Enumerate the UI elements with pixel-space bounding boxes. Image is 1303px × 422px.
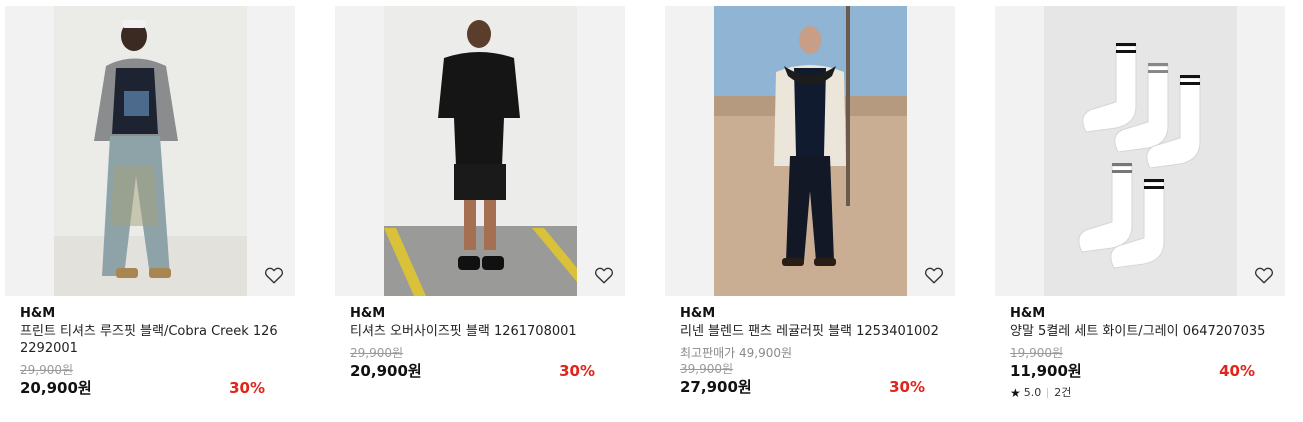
rating-score: 5.0 xyxy=(1023,386,1042,399)
price-row: 20,900원 30% xyxy=(350,361,610,381)
product-info: H&M 리넨 블렌드 팬츠 레귤러핏 블랙 1253401002 최고판매가 4… xyxy=(665,306,955,397)
star-icon: ★ xyxy=(1010,386,1021,400)
divider xyxy=(1047,388,1049,398)
product-image[interactable] xyxy=(714,6,907,296)
product-brand[interactable]: H&M xyxy=(680,306,940,322)
discount-rate: 30% xyxy=(559,362,595,380)
price-row: 11,900원 40% xyxy=(1010,361,1270,381)
sale-price: 11,900원 xyxy=(1010,362,1082,380)
product-brand[interactable]: H&M xyxy=(1010,306,1270,322)
wishlist-heart-icon[interactable] xyxy=(263,264,285,286)
discount-rate: 30% xyxy=(229,379,265,397)
product-card[interactable]: H&M 프린트 티셔츠 루즈핏 블랙/Cobra Creek 126229200… xyxy=(5,6,295,398)
product-card[interactable]: H&M 양말 5켤레 세트 화이트/그레이 0647207035 19,900원… xyxy=(995,6,1285,400)
product-thumbnail[interactable] xyxy=(995,6,1285,296)
product-brand[interactable]: H&M xyxy=(20,306,280,322)
original-price: 39,900원 xyxy=(680,362,734,376)
product-thumbnail[interactable] xyxy=(665,6,955,296)
product-name[interactable]: 양말 5켤레 세트 화이트/그레이 0647207035 xyxy=(1010,323,1270,340)
product-image[interactable] xyxy=(384,6,577,296)
original-price: 29,900원 xyxy=(350,346,404,360)
discount-rate: 30% xyxy=(889,378,925,396)
price-row: 20,900원 30% xyxy=(20,378,280,398)
product-card[interactable]: H&M 티셔츠 오버사이즈핏 블랙 1261708001 29,900원 20,… xyxy=(335,6,625,381)
product-name[interactable]: 티셔츠 오버사이즈핏 블랙 1261708001 xyxy=(350,323,610,340)
product-image[interactable] xyxy=(54,6,247,296)
product-info: H&M 양말 5켤레 세트 화이트/그레이 0647207035 19,900원… xyxy=(995,306,1285,400)
highest-price-note: 최고판매가 49,900원 xyxy=(680,346,793,360)
price-row: 27,900원 30% xyxy=(680,377,940,397)
product-info: H&M 티셔츠 오버사이즈핏 블랙 1261708001 29,900원 20,… xyxy=(335,306,625,381)
product-name[interactable]: 리넨 블렌드 팬츠 레귤러핏 블랙 1253401002 xyxy=(680,323,940,340)
discount-rate: 40% xyxy=(1219,362,1255,380)
product-info: H&M 프린트 티셔츠 루즈핏 블랙/Cobra Creek 126229200… xyxy=(5,306,295,398)
sale-price: 27,900원 xyxy=(680,378,752,396)
original-price: 19,900원 xyxy=(1010,346,1064,360)
product-grid: H&M 프린트 티셔츠 루즈핏 블랙/Cobra Creek 126229200… xyxy=(0,0,1303,422)
wishlist-heart-icon[interactable] xyxy=(593,264,615,286)
wishlist-heart-icon[interactable] xyxy=(923,264,945,286)
product-image[interactable] xyxy=(1044,6,1237,296)
product-thumbnail[interactable] xyxy=(335,6,625,296)
sale-price: 20,900원 xyxy=(20,379,92,397)
product-name[interactable]: 프린트 티셔츠 루즈핏 블랙/Cobra Creek 1262292001 xyxy=(20,323,280,357)
review-count: 2건 xyxy=(1054,386,1072,399)
wishlist-heart-icon[interactable] xyxy=(1253,264,1275,286)
rating-summary[interactable]: ★ 5.0 2건 xyxy=(1010,386,1270,400)
product-thumbnail[interactable] xyxy=(5,6,295,296)
product-brand[interactable]: H&M xyxy=(350,306,610,322)
product-card[interactable]: H&M 리넨 블렌드 팬츠 레귤러핏 블랙 1253401002 최고판매가 4… xyxy=(665,6,955,397)
original-price: 29,900원 xyxy=(20,363,74,377)
sale-price: 20,900원 xyxy=(350,362,422,380)
